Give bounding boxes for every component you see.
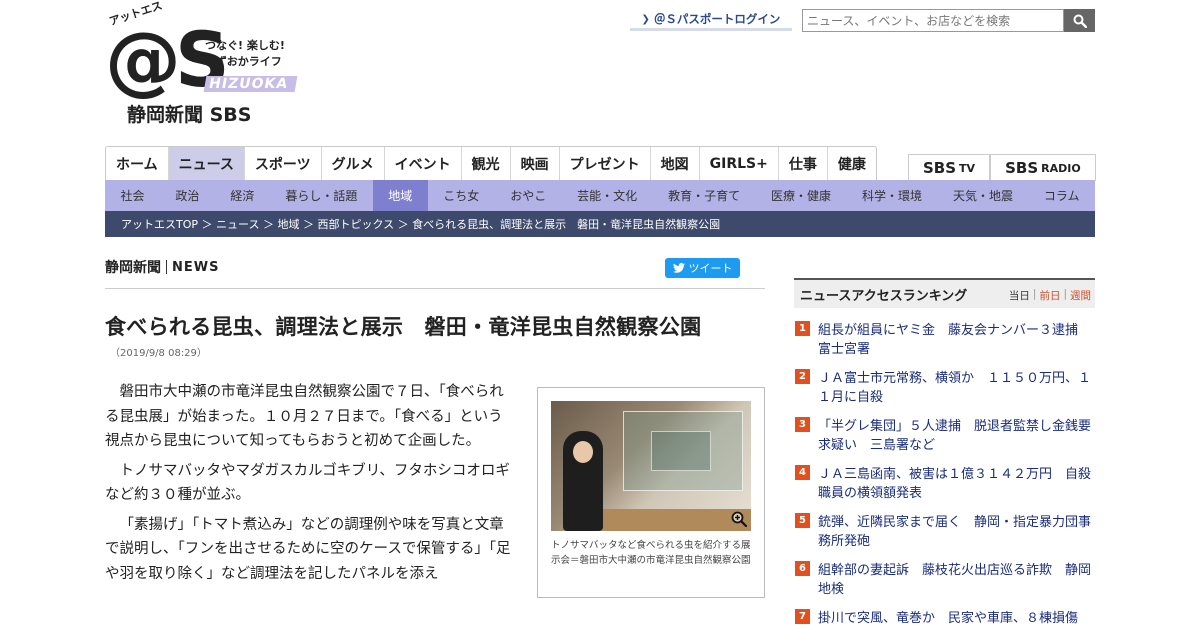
ranking-header: ニュースアクセスランキング 当日 | 前日 | 週間 [794, 278, 1095, 308]
ranking-number-badge: 5 [795, 513, 810, 528]
article-paragraph: 磐田市大中瀬の市竜洋昆虫自然観察公園で７日、「食べられる昆虫展」が始まった。１０… [105, 384, 504, 449]
main-nav-item[interactable]: 仕事 [779, 147, 828, 180]
sub-nav-item[interactable]: 教育・子育て [653, 180, 756, 211]
sbs-tv-link[interactable]: SBS TV [908, 155, 991, 181]
zoom-in-icon[interactable] [731, 511, 747, 527]
photo-caption: トノサマバッタなど食べられる虫を紹介する展示会＝磐田市大中瀬の市竜洋昆虫自然観察… [551, 540, 751, 566]
sbs-radio-link[interactable]: SBS RADIO [990, 155, 1096, 181]
logo-shizuoka: HIZUOKA [203, 76, 298, 92]
ranking-item-title[interactable]: 組長が組員にヤミ金 藤友会ナンバー３逮捕 富士宮署 [818, 321, 1095, 359]
article-photo[interactable] [551, 401, 751, 531]
search-bar [802, 9, 1095, 32]
ranking-item-title[interactable]: 「半グレ集団」５人逮捕 脱退者監禁し金銭要求疑い 三島署など [818, 417, 1095, 455]
ranking-number-badge: 2 [795, 369, 810, 384]
article-date: （2019/9/8 08:29） [110, 348, 207, 359]
article-body: 磐田市大中瀬の市竜洋昆虫自然観察公園で７日、「食べられる昆虫展」が始まった。１０… [105, 380, 517, 591]
ranking-tab-prev[interactable]: 前日 [1039, 288, 1060, 303]
tweet-button[interactable]: ツイート [665, 258, 740, 278]
sub-nav-item[interactable]: おやこ [495, 180, 562, 211]
main-nav-item[interactable]: イベント [385, 147, 462, 180]
article-paragraph: トノサマバッタやマダガスカルゴキブリ、フタホシコオロギなど約３０種が並ぶ。 [105, 462, 510, 504]
twitter-bird-icon [672, 263, 685, 273]
passport-login-label: ＠Ｓパスポートログイン [653, 12, 781, 26]
ranking-item[interactable]: 2 ＪＡ富士市元常務、横領か １１５０万円、１１月に自殺 [795, 369, 1095, 407]
ranking-item[interactable]: 1 組長が組員にヤミ金 藤友会ナンバー３逮捕 富士宮署 [795, 321, 1095, 359]
sbs-radio-suffix: RADIO [1041, 161, 1081, 175]
search-icon [1073, 14, 1087, 28]
ranking-number-badge: 3 [795, 417, 810, 432]
tweet-label: ツイート [688, 262, 733, 275]
ranking-item[interactable]: 6 組幹部の妻起訴 藤枝花火出店巡る詐欺 静岡地検 [795, 561, 1095, 599]
sub-nav-item[interactable]: 政治 [160, 180, 215, 211]
main-nav-item[interactable]: グルメ [322, 147, 385, 180]
search-button[interactable] [1064, 9, 1095, 32]
sub-nav-item[interactable]: 暮らし・話題 [270, 180, 373, 211]
sub-nav-item[interactable]: 医療・健康 [756, 180, 847, 211]
main-nav: ホーム ニュース スポーツ グルメ イベント 観光 映画 プレゼント 地図 GIRLS+ 仕事 健康 [105, 146, 877, 180]
sbs-radio-label: SBS [1005, 159, 1039, 177]
article-paragraph: 「素揚げ」「トマト煮込み」などの調理例や味を写真と文章で説明し、「フンを出させる… [105, 516, 511, 582]
sub-nav-item[interactable]: 科学・環境 [847, 180, 938, 211]
logo-tagline-1: つなぐ! 楽しむ! [205, 39, 285, 52]
ranking-number-badge: 1 [795, 321, 810, 336]
ranking-item[interactable]: 7 掛川で突風、竜巻か 民家や車庫、８棟損傷 [795, 609, 1095, 628]
breadcrumb[interactable]: アットエスTOP ＞ ニュース ＞ 地域 ＞ 西部トピックス ＞ 食べられる昆虫… [105, 211, 1095, 237]
main-nav-item[interactable]: スポーツ [245, 147, 322, 180]
site-logo[interactable]: アットエス @S つなぐ! 楽しむ! しずおかライフ HIZUOKA 静岡新聞 … [105, 0, 298, 126]
header-divider [105, 288, 765, 289]
sbs-tv-label: SBS [923, 159, 957, 177]
main-nav-item[interactable]: 映画 [511, 147, 560, 180]
ranking-number-badge: 4 [795, 465, 810, 480]
main-nav-item[interactable]: 健康 [828, 147, 876, 180]
brand-links: SBS TV SBS RADIO [908, 154, 1096, 181]
ranking-tabs: 当日 | 前日 | 週間 [1009, 288, 1091, 303]
main-nav-item[interactable]: ホーム [106, 147, 169, 180]
ranking-item[interactable]: 5 銃弾、近隣民家まで届く 静岡・指定暴力団事務所発砲 [795, 513, 1095, 551]
ranking-list: 1 組長が組員にヤミ金 藤友会ナンバー３逮捕 富士宮署 2 ＪＡ富士市元常務、横領か … [795, 321, 1095, 630]
ranking-item-title[interactable]: ＪＡ三島函南、被害は１億３１４２万円 自殺職員の横領額発表 [818, 465, 1095, 503]
logo-tagline-2: しずおかライフ [205, 55, 282, 68]
sub-nav-item[interactable]: 社会 [105, 180, 160, 211]
sbs-tv-suffix: TV [959, 161, 976, 175]
source-name: 静岡新聞 [105, 260, 161, 276]
sub-nav-item[interactable]: コラム [1028, 180, 1095, 211]
ranking-tab-day[interactable]: 当日 [1009, 288, 1030, 303]
main-nav-item[interactable]: GIRLS+ [700, 147, 779, 180]
main-nav-item[interactable]: プレゼント [560, 147, 651, 180]
sub-nav: 社会 政治 経済 暮らし・話題 地域 こち女 おやこ 芸能・文化 教育・子育て 医療・健康 科学・環… [105, 180, 1095, 211]
ranking-number-badge: 7 [795, 609, 810, 624]
main-nav-item[interactable]: 観光 [462, 147, 511, 180]
source-news: NEWS [172, 259, 220, 275]
ranking-title: ニュースアクセスランキング [800, 288, 968, 304]
photo-table [601, 509, 751, 531]
sub-nav-item[interactable]: 芸能・文化 [562, 180, 653, 211]
sub-nav-item[interactable]: 天気・地震 [937, 180, 1028, 211]
ranking-item-title[interactable]: 組幹部の妻起訴 藤枝花火出店巡る詐欺 静岡地検 [818, 561, 1095, 599]
chevron-right-icon: ❯ [641, 13, 650, 25]
main-nav-item[interactable]: ニュース [168, 147, 245, 180]
ranking-number-badge: 6 [795, 561, 810, 576]
photo-child-face [573, 441, 593, 463]
photo-display-case-inner [651, 431, 711, 471]
ranking-item-title[interactable]: 掛川で突風、竜巻か 民家や車庫、８棟損傷 [818, 609, 1095, 628]
main-nav-item[interactable]: 地図 [651, 147, 700, 180]
sub-nav-item[interactable]: こち女 [428, 180, 495, 211]
ranking-item[interactable]: 4 ＪＡ三島函南、被害は１億３１４２万円 自殺職員の横領額発表 [795, 465, 1095, 503]
source-label: 静岡新聞 NEWS [105, 257, 219, 277]
source-divider [166, 260, 167, 274]
article-photo-box: トノサマバッタなど食べられる虫を紹介する展示会＝磐田市大中瀬の市竜洋昆虫自然観察… [537, 387, 765, 598]
logo-newspaper-name: 静岡新聞 SBS [127, 104, 252, 126]
article-headline: 食べられる昆虫、調理法と展示 磐田・竜洋昆虫自然観察公園 [105, 315, 702, 339]
sub-nav-item[interactable]: 地域 [372, 180, 428, 211]
search-input[interactable] [802, 9, 1064, 32]
ranking-item-title[interactable]: 銃弾、近隣民家まで届く 静岡・指定暴力団事務所発砲 [818, 513, 1095, 551]
ranking-tab-week[interactable]: 週間 [1070, 288, 1091, 303]
sub-nav-item[interactable]: 経済 [215, 180, 270, 211]
ranking-tab-divider: | [1063, 288, 1067, 300]
ranking-item[interactable]: 3 「半グレ集団」５人逮捕 脱退者監禁し金銭要求疑い 三島署など [795, 417, 1095, 455]
ranking-item-title[interactable]: ＪＡ富士市元常務、横領か １１５０万円、１１月に自殺 [818, 369, 1095, 407]
logo-tagline: つなぐ! 楽しむ! しずおかライフ [205, 38, 285, 70]
ranking-tab-divider: | [1032, 288, 1037, 300]
passport-login-link[interactable]: ❯ ＠Ｓパスポートログイン [630, 10, 792, 31]
